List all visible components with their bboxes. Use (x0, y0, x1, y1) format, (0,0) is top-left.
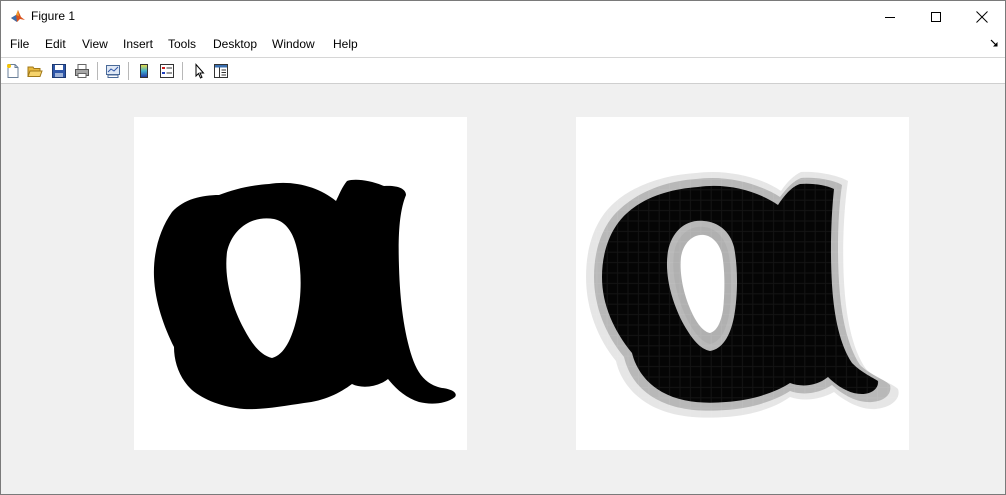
edit-plot-button[interactable] (190, 62, 208, 80)
menu-edit[interactable]: Edit (45, 37, 66, 51)
insert-legend-button[interactable] (158, 62, 176, 80)
new-figure-icon (7, 64, 19, 78)
open-file-button[interactable] (26, 62, 44, 80)
menu-window[interactable]: Window (272, 37, 315, 51)
close-icon (976, 10, 988, 23)
link-plot-icon (106, 65, 120, 78)
menu-help[interactable]: Help (333, 37, 358, 51)
minimize-icon (885, 16, 895, 18)
new-figure-button[interactable] (4, 62, 22, 80)
link-plot-button[interactable] (104, 62, 122, 80)
menu-file[interactable]: File (10, 37, 29, 51)
menu-bar: File Edit View Insert Tools Desktop Wind… (1, 32, 1005, 57)
matlab-icon (11, 10, 25, 22)
save-button[interactable] (50, 62, 68, 80)
insert-colorbar-icon (140, 64, 148, 78)
minimize-button[interactable] (867, 1, 913, 32)
maximize-icon (931, 11, 941, 22)
toolbar-separator (128, 62, 129, 80)
pixel-grid-overlay (576, 117, 909, 450)
figure-window: Figure 1 File Edit View Insert Tools Des… (0, 0, 1006, 495)
insert-colorbar-button[interactable] (135, 62, 153, 80)
print-icon (75, 64, 89, 78)
menu-view[interactable]: View (82, 37, 108, 51)
axes-binary-image[interactable] (134, 117, 467, 450)
save-icon (52, 64, 66, 78)
insert-legend-icon (160, 64, 174, 78)
menu-desktop[interactable]: Desktop (213, 37, 257, 51)
menu-tools[interactable]: Tools (168, 37, 196, 51)
property-inspector-icon (214, 64, 228, 78)
property-inspector-button[interactable] (212, 62, 230, 80)
window-title: Figure 1 (31, 9, 76, 23)
axes-grayscale-image[interactable] (576, 117, 909, 450)
figure-toolbar (1, 57, 1005, 84)
maximize-button[interactable] (913, 1, 959, 32)
edit-plot-icon (195, 63, 205, 79)
close-button[interactable] (959, 1, 1005, 32)
toolbar-separator (97, 62, 98, 80)
menu-insert[interactable]: Insert (123, 37, 153, 51)
dock-arrow-icon[interactable] (990, 39, 999, 48)
grayscale-letter-image (576, 117, 909, 450)
binary-letter-image (153, 179, 456, 410)
print-button[interactable] (73, 62, 91, 80)
open-file-icon (27, 66, 43, 77)
toolbar-separator (182, 62, 183, 80)
figure-canvas[interactable] (1, 84, 1005, 494)
title-bar[interactable]: Figure 1 (1, 1, 1005, 32)
